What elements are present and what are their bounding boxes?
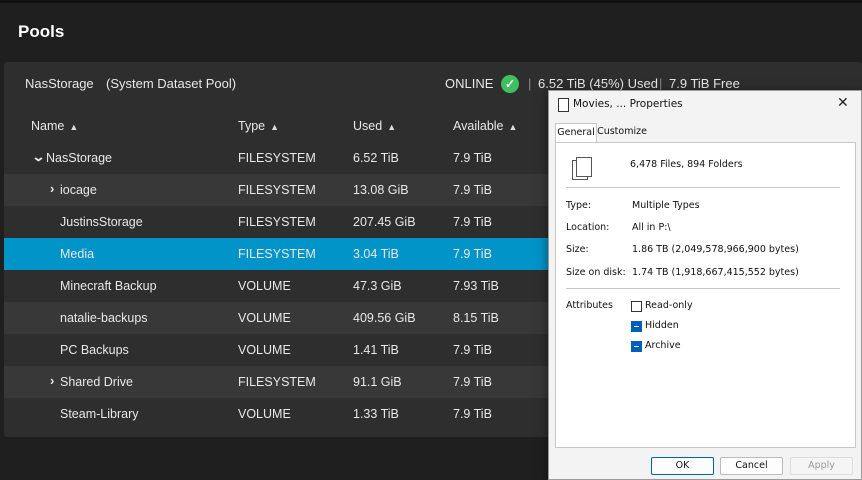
row-used: 47.3 GiB bbox=[353, 279, 402, 293]
sort-icon: ▲ bbox=[69, 122, 79, 132]
row-used: 207.45 GiB bbox=[353, 215, 416, 229]
row-name: iocage bbox=[60, 183, 97, 197]
row-used: 91.1 GiB bbox=[353, 375, 402, 389]
row-type: FILESYSTEM bbox=[238, 151, 316, 165]
row-available: 7.9 TiB bbox=[453, 343, 492, 357]
file-count-summary: 6,478 Files, 894 Folders bbox=[630, 159, 743, 170]
row-available: 7.9 TiB bbox=[453, 247, 492, 261]
separator: | bbox=[528, 76, 532, 91]
row-name: natalie-backups bbox=[60, 311, 148, 325]
divider bbox=[566, 187, 840, 188]
row-type: FILESYSTEM bbox=[238, 215, 316, 229]
close-icon[interactable]: ✕ bbox=[837, 95, 849, 111]
sort-icon: ▲ bbox=[387, 122, 397, 132]
attributes-label: Attributes bbox=[566, 300, 613, 311]
chevron-right-icon[interactable]: › bbox=[50, 181, 54, 196]
row-name: Minecraft Backup bbox=[60, 279, 157, 293]
location-label: Location: bbox=[566, 222, 610, 233]
archive-label: Archive bbox=[645, 340, 681, 351]
column-header-available[interactable]: Available ▲ bbox=[453, 119, 517, 133]
row-type: VOLUME bbox=[238, 343, 291, 357]
ok-button[interactable]: OK bbox=[651, 457, 714, 475]
row-used: 3.04 TiB bbox=[353, 247, 399, 261]
read-only-checkbox[interactable] bbox=[631, 301, 642, 312]
row-available: 7.9 TiB bbox=[453, 375, 492, 389]
dialog-titlebar[interactable]: Movies, ... Properties ✕ bbox=[549, 91, 861, 119]
row-available: 8.15 TiB bbox=[453, 311, 499, 325]
top-bar bbox=[0, 0, 862, 3]
row-name: Media bbox=[60, 247, 95, 261]
size-value: 1.86 TB (2,049,578,966,900 bytes) bbox=[632, 244, 799, 255]
archive-checkbox[interactable] bbox=[631, 341, 642, 352]
divider bbox=[566, 288, 840, 289]
type-label: Type: bbox=[566, 200, 592, 211]
dialog-title: Movies, ... Properties bbox=[573, 98, 683, 110]
type-value: Multiple Types bbox=[632, 200, 700, 211]
row-available: 7.93 TiB bbox=[453, 279, 499, 293]
pool-free: 7.9 TiB Free bbox=[669, 76, 740, 91]
row-type: VOLUME bbox=[238, 407, 291, 421]
properties-dialog: Movies, ... Properties ✕ General Customi… bbox=[548, 90, 862, 480]
multiple-files-icon bbox=[572, 157, 592, 180]
row-used: 13.08 GiB bbox=[353, 183, 409, 197]
location-value: All in P:\ bbox=[632, 222, 671, 233]
row-type: FILESYSTEM bbox=[238, 247, 316, 261]
apply-button[interactable]: Apply bbox=[790, 457, 853, 475]
check-circle-icon: ✓ bbox=[501, 75, 519, 93]
pool-subtitle: (System Dataset Pool) bbox=[106, 76, 237, 91]
hidden-checkbox[interactable] bbox=[631, 321, 642, 332]
row-used: 6.52 TiB bbox=[353, 151, 399, 165]
hidden-label: Hidden bbox=[645, 320, 679, 331]
file-icon bbox=[558, 98, 569, 112]
sort-icon: ▲ bbox=[270, 122, 280, 132]
size-on-disk-label: Size on disk: bbox=[566, 267, 626, 278]
row-available: 7.9 TiB bbox=[453, 407, 492, 421]
chevron-down-icon[interactable]: ⌄ bbox=[31, 149, 45, 165]
sort-icon: ▲ bbox=[508, 122, 518, 132]
read-only-label: Read-only bbox=[645, 300, 693, 311]
row-available: 7.9 TiB bbox=[453, 183, 492, 197]
separator: | bbox=[659, 76, 663, 91]
tab-customize[interactable]: Customize bbox=[597, 123, 647, 141]
row-type: FILESYSTEM bbox=[238, 375, 316, 389]
row-name: JustinsStorage bbox=[60, 215, 143, 229]
size-on-disk-value: 1.74 TB (1,918,667,415,552 bytes) bbox=[632, 267, 799, 278]
row-name: Shared Drive bbox=[60, 375, 133, 389]
general-panel: 6,478 Files, 894 Folders Type: Multiple … bbox=[555, 142, 856, 448]
row-used: 1.33 TiB bbox=[353, 407, 399, 421]
row-available: 7.9 TiB bbox=[453, 151, 492, 165]
pool-used: 6.52 TiB (45%) Used bbox=[538, 76, 658, 91]
column-header-used[interactable]: Used ▲ bbox=[353, 119, 396, 133]
row-used: 409.56 GiB bbox=[353, 311, 416, 325]
tab-general[interactable]: General bbox=[555, 123, 597, 142]
pool-name: NasStorage bbox=[25, 76, 94, 91]
column-header-name[interactable]: Name ▲ bbox=[31, 119, 78, 133]
row-name: NasStorage bbox=[46, 151, 113, 165]
row-type: VOLUME bbox=[238, 279, 291, 293]
row-type: VOLUME bbox=[238, 311, 291, 325]
pool-status-text: ONLINE bbox=[445, 76, 494, 91]
cancel-button[interactable]: Cancel bbox=[720, 457, 783, 475]
page-title: Pools bbox=[18, 22, 65, 41]
column-header-type[interactable]: Type ▲ bbox=[238, 119, 279, 133]
row-name: Steam-Library bbox=[60, 407, 139, 421]
row-available: 7.9 TiB bbox=[453, 215, 492, 229]
row-name: PC Backups bbox=[60, 343, 129, 357]
chevron-right-icon[interactable]: › bbox=[50, 373, 54, 388]
row-type: FILESYSTEM bbox=[238, 183, 316, 197]
row-used: 1.41 TiB bbox=[353, 343, 399, 357]
size-label: Size: bbox=[566, 244, 589, 255]
